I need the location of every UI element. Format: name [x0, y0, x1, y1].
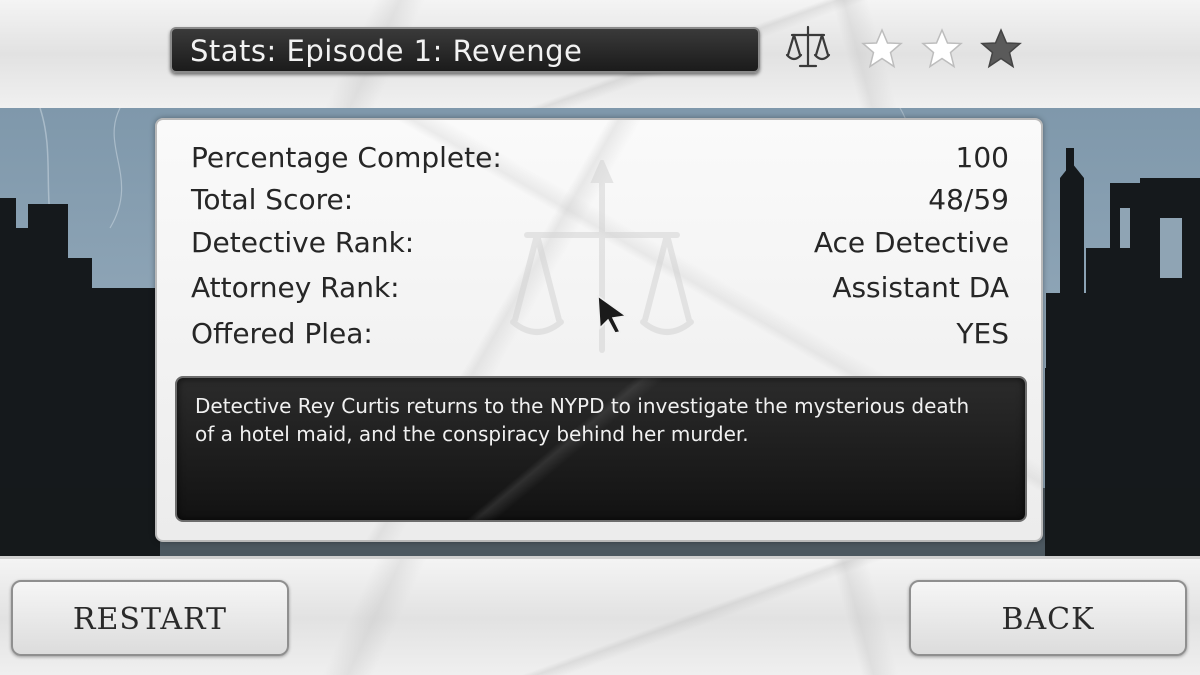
- stat-value-detective-rank: Ace Detective: [813, 226, 1009, 259]
- stat-label-total-score: Total Score:: [191, 183, 354, 216]
- stats-screen: Stats: Episode 1: Revenge Percentage Com…: [0, 0, 1200, 675]
- star-icon-filled: [921, 28, 963, 69]
- back-button-label: BACK: [1001, 602, 1095, 637]
- star-icon-filled: [861, 28, 903, 69]
- back-button[interactable]: BACK: [909, 580, 1187, 656]
- stat-label-detective-rank: Detective Rank:: [191, 226, 415, 259]
- episode-description-box: Detective Rey Curtis returns to the NYPD…: [175, 376, 1027, 522]
- star-icon-empty: [980, 28, 1022, 69]
- stat-value-offered-plea: YES: [956, 317, 1009, 350]
- stat-value-percentage: 100: [955, 141, 1009, 174]
- stat-value-attorney-rank: Assistant DA: [832, 271, 1009, 304]
- stat-label-attorney-rank: Attorney Rank:: [191, 271, 400, 304]
- restart-button-label: RESTART: [72, 602, 228, 637]
- page-title: Stats: Episode 1: Revenge: [190, 34, 583, 68]
- restart-button[interactable]: RESTART: [11, 580, 289, 656]
- scales-of-justice-icon: [785, 25, 831, 68]
- stat-label-offered-plea: Offered Plea:: [191, 317, 373, 350]
- title-bar: Stats: Episode 1: Revenge: [170, 27, 760, 73]
- mouse-pointer-icon: [597, 294, 628, 334]
- stat-value-total-score: 48/59: [928, 183, 1009, 216]
- episode-description: Detective Rey Curtis returns to the NYPD…: [195, 394, 970, 446]
- stat-label-percentage: Percentage Complete:: [191, 141, 502, 174]
